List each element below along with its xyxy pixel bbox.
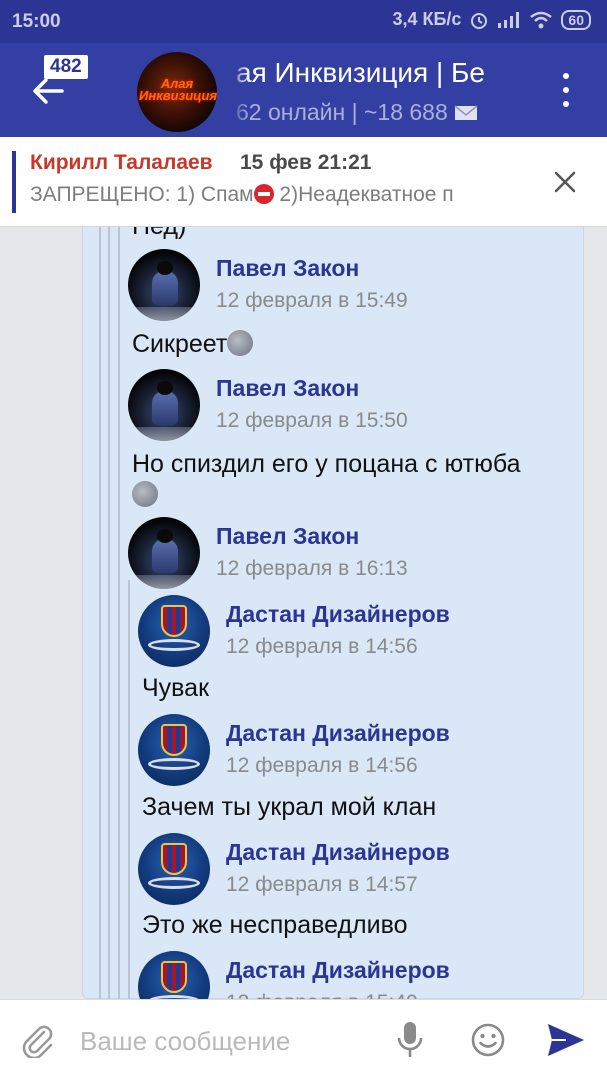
message-date: 12 февраля в 15:50 <box>216 409 408 432</box>
signal-icon <box>497 11 521 29</box>
status-right: 3,4 КБ/с 60 <box>392 9 591 30</box>
avatar[interactable] <box>128 369 200 441</box>
moon-emoji-icon <box>227 330 254 356</box>
close-icon[interactable] <box>553 170 577 194</box>
pinned-text-part1: ЗАПРЕЩЕНО: 1) Спам <box>30 183 254 206</box>
alarm-icon <box>469 10 489 30</box>
forward-indent-line <box>99 227 101 999</box>
forward-indent-line <box>108 227 110 999</box>
network-speed: 3,4 КБ/с <box>392 9 462 29</box>
avatar[interactable] <box>138 595 210 667</box>
message-input[interactable]: Ваше сообщение <box>80 1026 290 1057</box>
no-entry-icon <box>253 184 274 204</box>
message-text: Но спиздил его у поцана с ютюба <box>132 450 521 478</box>
title-fade-left <box>228 43 250 137</box>
chat-avatar[interactable]: Алая Инквизиция <box>137 52 217 132</box>
pinned-text: ЗАПРЕЩЕНО: 1) Спам 2)Неадекватное п <box>30 183 522 207</box>
avatar[interactable] <box>138 833 210 905</box>
avatar[interactable] <box>128 517 200 589</box>
unread-count-badge: 482 <box>44 55 88 79</box>
pinned-author: Кирилл Талалаев <box>30 151 213 174</box>
message-composer: Ваше сообщение <box>0 999 607 1080</box>
chat-header: 482 Алая Инквизиция ая Инквизиция | Бе 6… <box>0 43 607 137</box>
message-text: Зачем ты украл мой клан <box>142 793 437 821</box>
pinned-text-part2: 2)Неадекватное п <box>273 183 454 206</box>
wifi-icon <box>529 11 553 29</box>
author-name[interactable]: Дастан Дизайнеров <box>226 957 450 984</box>
envelope-icon <box>454 104 478 120</box>
pinned-message[interactable]: Кирилл Талалаев 15 фев 21:21 ЗАПРЕЩЕНО: … <box>0 137 607 227</box>
smiley-icon[interactable] <box>470 1022 506 1058</box>
avatar[interactable] <box>128 249 200 321</box>
avatar[interactable] <box>138 714 210 786</box>
pinned-date: 15 фев 21:21 <box>240 151 372 174</box>
title-fade-right <box>500 43 530 137</box>
chat-subtitle: 62 онлайн | ~18 688 <box>236 99 526 126</box>
author-name[interactable]: Дастан Дизайнеров <box>226 839 450 866</box>
author-name[interactable]: Павел Закон <box>216 523 359 550</box>
chat-title[interactable]: ая Инквизиция | Бе <box>236 57 526 89</box>
forward-indent-line <box>118 227 120 999</box>
send-icon[interactable] <box>546 1022 586 1058</box>
message-text: Чувак <box>142 674 210 702</box>
message-date: 12 февраля в 14:56 <box>226 754 418 777</box>
microphone-icon[interactable] <box>396 1020 424 1060</box>
message-date: 12 февраля в 14:56 <box>226 635 418 658</box>
message-text: Сикреет <box>132 329 254 359</box>
message-date: 12 февраля в 15:40 <box>226 991 418 999</box>
message-date: 12 февраля в 16:13 <box>216 557 408 580</box>
moon-emoji-icon <box>132 481 158 507</box>
chat-avatar-logo: Алая Инквизиция <box>139 76 217 103</box>
chat-area[interactable]: Нед) Павел Закон 12 февраля в 15:49 Сикр… <box>0 227 607 999</box>
status-time: 15:00 <box>12 11 61 32</box>
status-bar: 15:00 3,4 КБ/с 60 <box>0 0 607 43</box>
forward-indent-line <box>128 580 130 999</box>
pinned-accent-bar <box>12 151 16 213</box>
battery-indicator: 60 <box>561 9 591 30</box>
author-name[interactable]: Дастан Дизайнеров <box>226 720 450 747</box>
chat-member-stats: 62 онлайн | ~18 688 <box>236 99 448 125</box>
message-text: Нед) <box>132 227 186 241</box>
more-vertical-icon[interactable] <box>561 73 571 107</box>
message-date: 12 февраля в 15:49 <box>216 289 408 312</box>
author-name[interactable]: Павел Закон <box>216 255 359 282</box>
message-text-content: Сикреет <box>132 330 228 358</box>
paperclip-icon[interactable] <box>20 1022 56 1058</box>
author-name[interactable]: Павел Закон <box>216 375 359 402</box>
author-name[interactable]: Дастан Дизайнеров <box>226 601 450 628</box>
message-text: Это же несправедливо <box>142 911 408 939</box>
message-date: 12 февраля в 14:57 <box>226 873 418 896</box>
